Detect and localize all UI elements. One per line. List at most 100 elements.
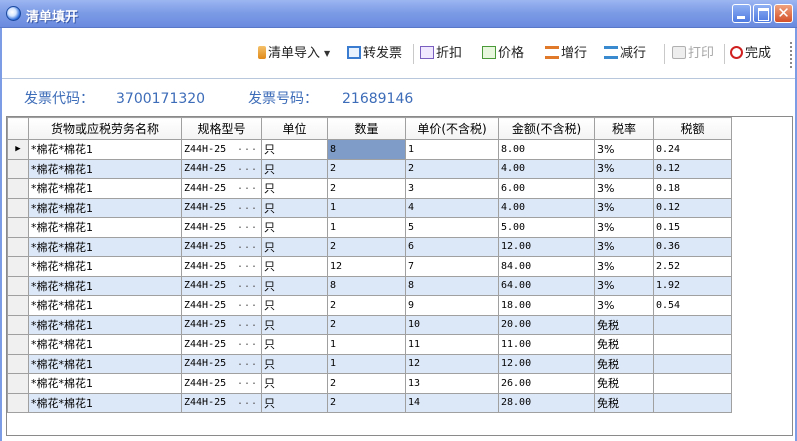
print-button[interactable]: 打印 [672, 45, 714, 63]
invoice-list-grid[interactable]: 货物或应税劳务名称 规格型号 单位 数量 单价(不含税) 金额(不含税) 税率 … [6, 116, 793, 436]
transfer-invoice-button[interactable]: 转发票 [347, 45, 402, 63]
spec-picker-button[interactable]: ... [237, 220, 258, 231]
cell-unit[interactable]: 只 [261, 158, 328, 179]
cell-unit[interactable]: 只 [261, 314, 328, 335]
cell-price[interactable]: 13 [405, 373, 499, 394]
cell-name[interactable]: *棉花*棉花1 [28, 314, 182, 335]
cell-amount[interactable]: 84.00 [498, 256, 595, 277]
table-row[interactable]: *棉花*棉花1 Z44H-25... 只 1 12 12.00 免税 [7, 353, 732, 374]
spec-picker-button[interactable]: ... [237, 279, 258, 290]
cell-name[interactable]: *棉花*棉花1 [28, 392, 182, 413]
cell-spec[interactable]: Z44H-25... [181, 334, 262, 355]
cell-tax[interactable]: 0.12 [653, 197, 732, 218]
cell-name[interactable]: *棉花*棉花1 [28, 217, 182, 238]
cell-price[interactable]: 14 [405, 392, 499, 413]
title-bar[interactable]: 清单填开 ✕ [0, 0, 797, 28]
cell-rate[interactable]: 3% [594, 275, 654, 296]
cell-qty[interactable]: 2 [327, 178, 406, 199]
cell-rate[interactable]: 3% [594, 295, 654, 316]
cell-tax[interactable]: 0.24 [653, 139, 732, 160]
spec-picker-button[interactable]: ... [237, 162, 258, 173]
spec-picker-button[interactable]: ... [237, 396, 258, 407]
cell-unit[interactable]: 只 [261, 373, 328, 394]
spec-picker-button[interactable]: ... [237, 298, 258, 309]
cell-rate[interactable]: 3% [594, 197, 654, 218]
discount-button[interactable]: 折扣 [420, 45, 462, 63]
cell-qty[interactable]: 2 [327, 295, 406, 316]
cell-rate[interactable]: 3% [594, 178, 654, 199]
cell-tax[interactable]: 0.18 [653, 178, 732, 199]
spec-picker-button[interactable]: ... [237, 201, 258, 212]
cell-spec[interactable]: Z44H-25... [181, 295, 262, 316]
cell-qty[interactable]: 8 [327, 275, 406, 296]
cell-qty[interactable]: 2 [327, 158, 406, 179]
cell-qty[interactable]: 1 [327, 217, 406, 238]
column-header[interactable]: 单价(不含税) [405, 117, 499, 140]
done-button[interactable]: 完成 [730, 45, 771, 63]
cell-qty[interactable]: 2 [327, 373, 406, 394]
cell-price[interactable]: 7 [405, 256, 499, 277]
cell-amount[interactable]: 18.00 [498, 295, 595, 316]
cell-rate[interactable]: 3% [594, 256, 654, 277]
cell-spec[interactable]: Z44H-25... [181, 197, 262, 218]
cell-rate[interactable]: 3% [594, 158, 654, 179]
cell-name[interactable]: *棉花*棉花1 [28, 236, 182, 257]
table-row[interactable]: *棉花*棉花1 Z44H-25... 只 2 2 4.00 3% 0.12 [7, 158, 732, 179]
cell-rate[interactable]: 免税 [594, 392, 654, 413]
cell-amount[interactable]: 8.00 [498, 139, 595, 160]
column-header[interactable]: 规格型号 [181, 117, 262, 140]
row-header[interactable] [7, 295, 29, 316]
row-header[interactable] [7, 373, 29, 394]
cell-unit[interactable]: 只 [261, 334, 328, 355]
column-header[interactable]: 货物或应税劳务名称 [28, 117, 182, 140]
cell-tax[interactable] [653, 392, 732, 413]
cell-unit[interactable]: 只 [261, 217, 328, 238]
cell-name[interactable]: *棉花*棉花1 [28, 158, 182, 179]
cell-amount[interactable]: 11.00 [498, 334, 595, 355]
close-button[interactable]: ✕ [774, 4, 793, 23]
cell-tax[interactable] [653, 373, 732, 394]
row-header[interactable] [7, 217, 29, 238]
table-row[interactable]: *棉花*棉花1 Z44H-25... 只 2 6 12.00 3% 0.36 [7, 236, 732, 257]
row-header[interactable] [7, 353, 29, 374]
cell-rate[interactable]: 免税 [594, 353, 654, 374]
cell-unit[interactable]: 只 [261, 275, 328, 296]
table-row[interactable]: *棉花*棉花1 Z44H-25... 只 2 10 20.00 免税 [7, 314, 732, 335]
table-row[interactable]: *棉花*棉花1 Z44H-25... 只 8 8 64.00 3% 1.92 [7, 275, 732, 296]
cell-amount[interactable]: 5.00 [498, 217, 595, 238]
row-header[interactable] [7, 392, 29, 413]
cell-tax[interactable]: 2.52 [653, 256, 732, 277]
cell-rate[interactable]: 免税 [594, 314, 654, 335]
spec-picker-button[interactable]: ... [237, 376, 258, 387]
cell-spec[interactable]: Z44H-25... [181, 139, 262, 160]
cell-price[interactable]: 5 [405, 217, 499, 238]
row-header[interactable] [7, 275, 29, 296]
cell-qty[interactable]: 1 [327, 353, 406, 374]
cell-name[interactable]: *棉花*棉花1 [28, 334, 182, 355]
column-header[interactable]: 金额(不含税) [498, 117, 595, 140]
cell-unit[interactable]: 只 [261, 392, 328, 413]
cell-amount[interactable]: 26.00 [498, 373, 595, 394]
row-header[interactable] [7, 197, 29, 218]
spec-picker-button[interactable]: ... [237, 357, 258, 368]
cell-tax[interactable]: 1.92 [653, 275, 732, 296]
cell-spec[interactable]: Z44H-25... [181, 236, 262, 257]
cell-name[interactable]: *棉花*棉花1 [28, 139, 182, 160]
cell-spec[interactable]: Z44H-25... [181, 373, 262, 394]
row-header[interactable] [7, 334, 29, 355]
table-row[interactable]: ▶ *棉花*棉花1 Z44H-25... 只 8 1 8.00 3% 0.24 [7, 139, 732, 160]
cell-tax[interactable] [653, 314, 732, 335]
row-header[interactable]: ▶ [7, 139, 29, 160]
cell-unit[interactable]: 只 [261, 353, 328, 374]
row-header[interactable] [7, 256, 29, 277]
price-button[interactable]: 价格 [482, 45, 524, 63]
cell-tax[interactable]: 0.54 [653, 295, 732, 316]
spec-picker-button[interactable]: ... [237, 337, 258, 348]
cell-price[interactable]: 3 [405, 178, 499, 199]
delete-row-button[interactable]: 减行 [604, 45, 646, 63]
cell-spec[interactable]: Z44H-25... [181, 392, 262, 413]
cell-price[interactable]: 4 [405, 197, 499, 218]
cell-qty[interactable]: 2 [327, 314, 406, 335]
table-row[interactable]: *棉花*棉花1 Z44H-25... 只 2 14 28.00 免税 [7, 392, 732, 413]
spec-picker-button[interactable]: ... [237, 181, 258, 192]
